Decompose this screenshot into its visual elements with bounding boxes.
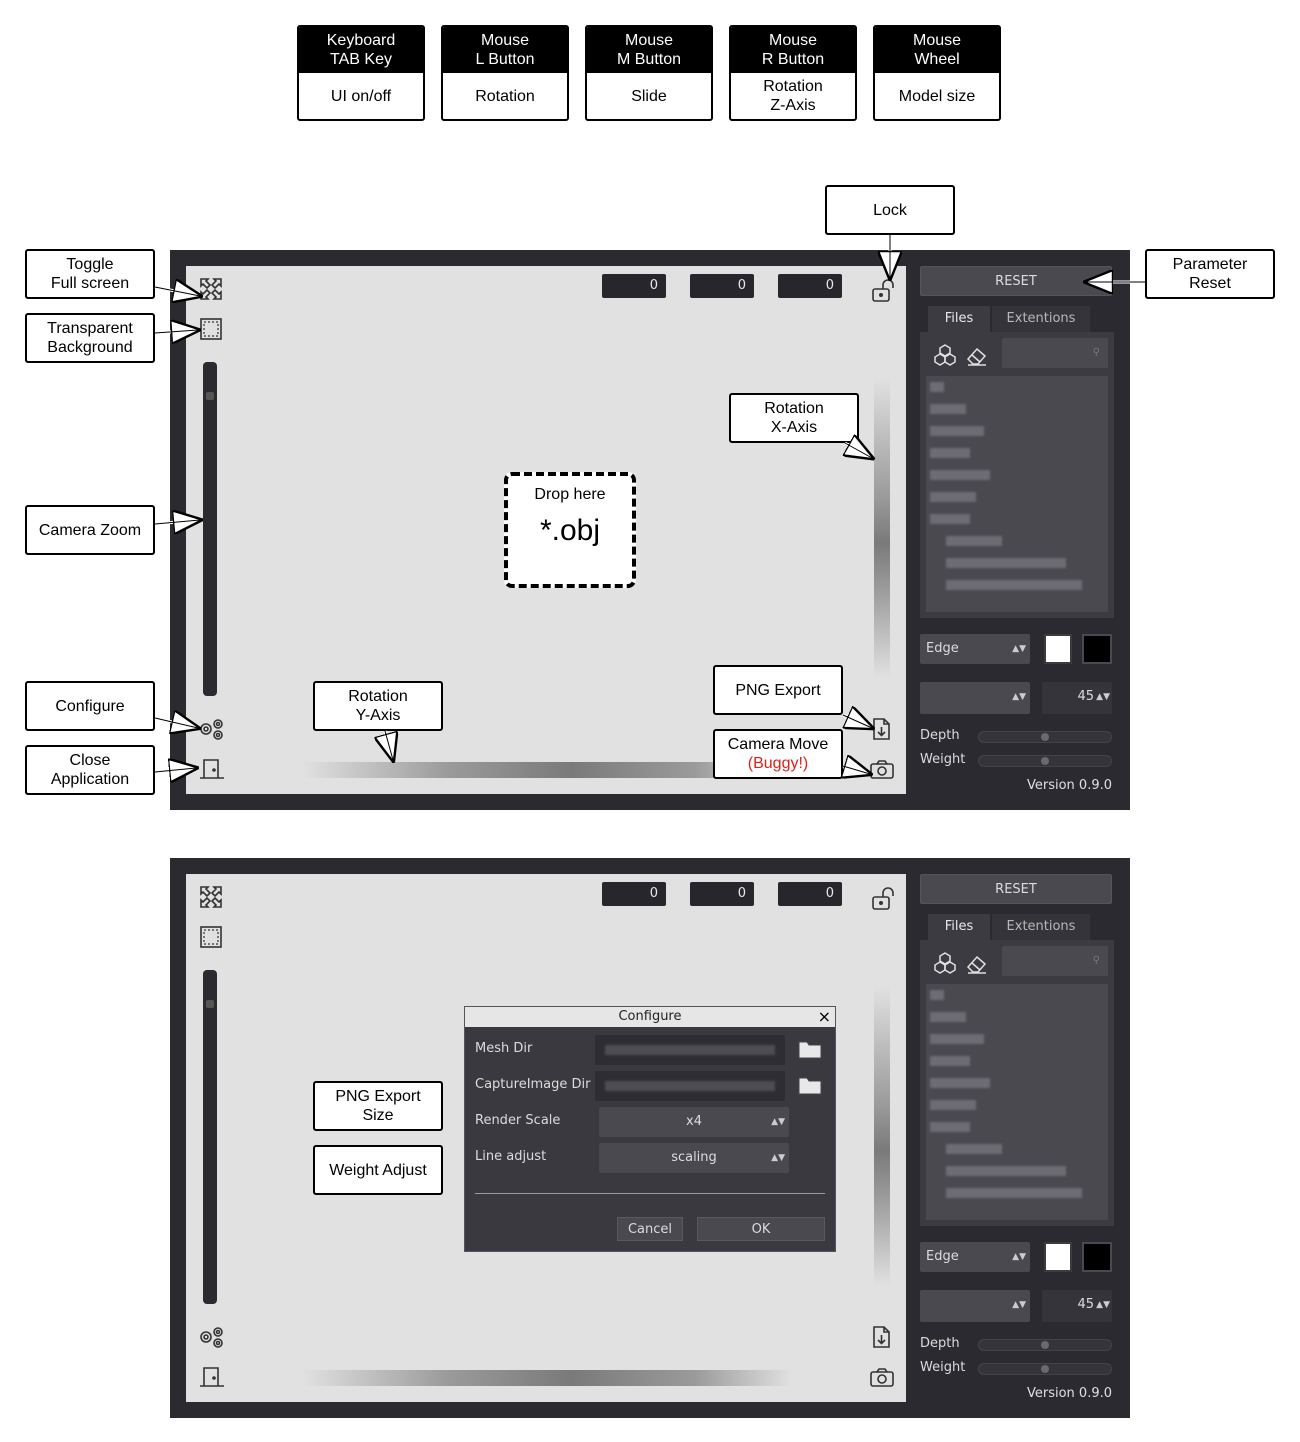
weight-label: Weight: [920, 1360, 966, 1375]
list-item[interactable]: [930, 1034, 984, 1044]
list-item[interactable]: [930, 1122, 970, 1132]
blurred-path: [605, 1081, 775, 1091]
dialog-titlebar: Configure ×: [465, 1007, 835, 1027]
depth-label: Depth: [920, 1336, 960, 1351]
camera-zoom-slider[interactable]: [203, 970, 217, 1304]
edge-select-value: Edge: [926, 1249, 959, 1264]
file-export-icon[interactable]: [868, 1324, 894, 1350]
edge-select[interactable]: Edge ▲▼: [920, 1242, 1030, 1272]
color-swatch-white[interactable]: [1044, 1242, 1072, 1272]
rotation-y-slider[interactable]: [302, 1370, 792, 1386]
angle-spinbox[interactable]: 45 ▲▼: [1042, 1290, 1112, 1322]
updown-icon: ▲▼: [1012, 1252, 1026, 1262]
coord-x[interactable]: 0: [602, 882, 666, 906]
depth-slider[interactable]: [978, 1339, 1112, 1351]
reset-button[interactable]: RESET: [920, 874, 1112, 904]
cubes-icon[interactable]: [932, 950, 958, 976]
gears-icon[interactable]: [198, 1324, 224, 1350]
list-item[interactable]: [930, 1012, 966, 1022]
fullscreen-icon[interactable]: [198, 884, 224, 910]
color-swatch-black[interactable]: [1082, 1242, 1112, 1272]
camera-icon[interactable]: [868, 1364, 894, 1390]
files-panel: ⚲: [920, 940, 1114, 1226]
dialog-title: Configure: [618, 1009, 682, 1024]
list-item[interactable]: [946, 1144, 1002, 1154]
divider: [475, 1193, 825, 1194]
callout-weight-adjust: Weight Adjust: [313, 1145, 443, 1195]
render-scale-value: x4: [686, 1114, 702, 1129]
exit-icon[interactable]: [198, 1364, 224, 1390]
updown-icon: ▲▼: [771, 1117, 785, 1127]
updown-icon: ▲▼: [771, 1153, 785, 1163]
close-icon[interactable]: ×: [818, 1007, 831, 1027]
depth-slider-knob[interactable]: [1041, 1341, 1049, 1349]
line-adjust-select[interactable]: scaling ▲▼: [599, 1143, 789, 1173]
tab-extentions[interactable]: Extentions: [992, 914, 1090, 940]
updown-icon: ▲▼: [1012, 1300, 1026, 1310]
capture-dir-label: CaptureImage Dir: [475, 1077, 591, 1092]
list-item[interactable]: [930, 1078, 990, 1088]
lock-icon[interactable]: [870, 884, 896, 910]
blurred-path: [605, 1045, 775, 1055]
callout-png-export-size: PNG Export Size: [313, 1081, 443, 1131]
list-item[interactable]: [930, 990, 944, 1000]
list-item[interactable]: [930, 1056, 970, 1066]
coord-y[interactable]: 0: [690, 882, 754, 906]
folder-icon[interactable]: [797, 1037, 823, 1063]
line-adjust-value: scaling: [671, 1150, 717, 1165]
angle-value: 45: [1077, 1297, 1094, 1312]
search-input[interactable]: ⚲: [1002, 946, 1108, 976]
mode-select[interactable]: ▲▼: [920, 1290, 1030, 1322]
rotation-x-slider[interactable]: [874, 986, 890, 1286]
tab-files[interactable]: Files: [928, 914, 990, 940]
camera-zoom-thumb[interactable]: [206, 1000, 214, 1008]
search-icon: ⚲: [1092, 955, 1100, 966]
list-item[interactable]: [946, 1166, 1066, 1176]
mesh-dir-field[interactable]: [595, 1035, 785, 1065]
list-item[interactable]: [930, 1100, 976, 1110]
list-item[interactable]: [946, 1188, 1082, 1198]
coord-z[interactable]: 0: [778, 882, 842, 906]
version-label: Version 0.9.0: [1026, 1386, 1112, 1401]
transparent-background-icon[interactable]: [198, 924, 224, 950]
render-scale-label: Render Scale: [475, 1113, 561, 1128]
configure-dialog: Configure × Mesh Dir CaptureImage Dir Re…: [464, 1006, 836, 1252]
eraser-icon[interactable]: [964, 950, 990, 976]
ok-button[interactable]: OK: [697, 1217, 825, 1241]
cancel-button[interactable]: Cancel: [617, 1217, 683, 1241]
weight-slider-knob[interactable]: [1041, 1365, 1049, 1373]
render-scale-select[interactable]: x4 ▲▼: [599, 1107, 789, 1137]
capture-dir-field[interactable]: [595, 1071, 785, 1101]
file-list[interactable]: [926, 984, 1108, 1220]
updown-icon: ▲▼: [1096, 1300, 1110, 1310]
mesh-dir-label: Mesh Dir: [475, 1041, 533, 1056]
folder-icon[interactable]: [797, 1073, 823, 1099]
weight-slider[interactable]: [978, 1363, 1112, 1375]
line-adjust-label: Line adjust: [475, 1149, 547, 1164]
